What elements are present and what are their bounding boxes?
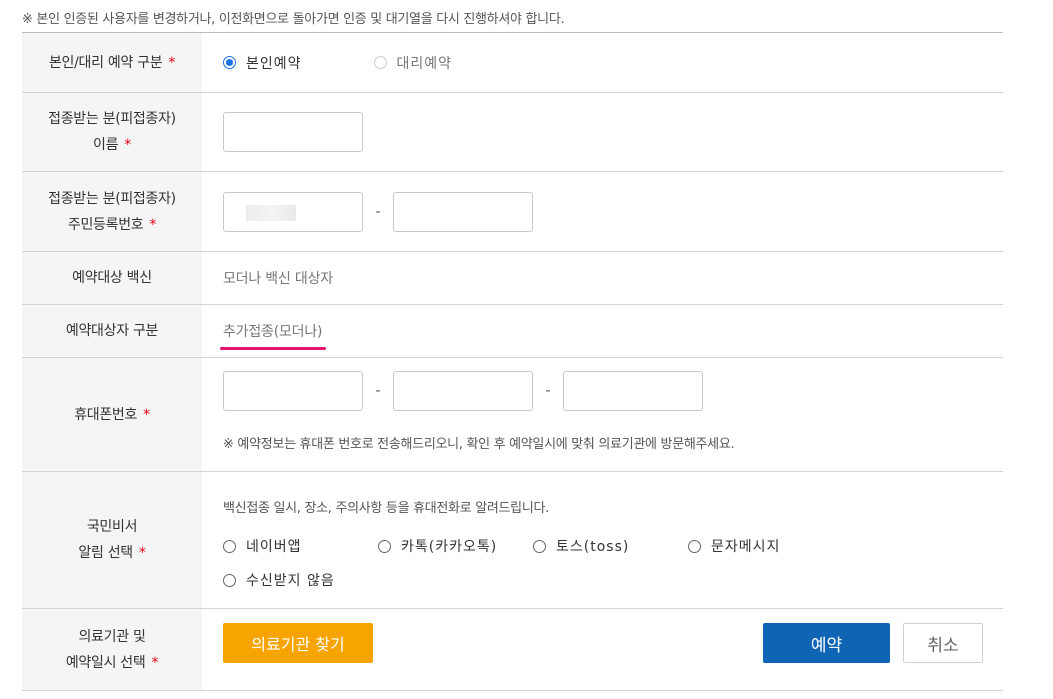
- radio-icon: [223, 573, 236, 587]
- radio-checked-icon: [223, 56, 236, 69]
- radio-icon: [688, 539, 701, 553]
- phone-note: ※ 예약정보는 휴대폰 번호로 전송해드리오니, 확인 후 예약일시에 맞춰 의…: [223, 437, 735, 452]
- reservation-form: 본인/대리 예약 구분 * 본인예약 대리예약 접종받는 분(피접종자) 이름 *: [22, 32, 1003, 691]
- required-mark: *: [149, 216, 157, 233]
- radio-no-notification[interactable]: 수신받지 않음: [223, 570, 335, 590]
- row-name: 접종받는 분(피접종자) 이름 *: [22, 93, 1003, 172]
- radio-icon: [378, 539, 391, 553]
- radio-disabled-icon: [373, 56, 387, 69]
- notification-description: 백신접종 일시, 장소, 주의사항 등을 휴대전화로 알려드립니다.: [223, 501, 549, 516]
- label-rrn: 접종받는 분(피접종자) 주민등록번호 *: [22, 172, 202, 251]
- label-notification: 국민비서 알림 선택 *: [22, 472, 202, 608]
- radio-icon: [223, 539, 236, 553]
- phone-separator: -: [375, 383, 381, 399]
- reserve-button[interactable]: 예약: [763, 623, 890, 663]
- row-target-type: 예약대상자 구분 추가접종(모더나): [22, 305, 1003, 358]
- row-phone: 휴대폰번호 * - - ※ 예약정보는 휴대폰 번호로 전송해드리오니, 확인 후…: [22, 358, 1003, 472]
- phone-part2-input[interactable]: [393, 371, 533, 411]
- find-facility-button[interactable]: 의료기관 찾기: [223, 623, 373, 663]
- required-mark: *: [168, 54, 176, 71]
- required-mark: *: [124, 137, 131, 153]
- target-type-highlight: 추가접종(모더나): [220, 321, 327, 350]
- label-target-type: 예약대상자 구분: [22, 305, 202, 357]
- label-reservation-type: 본인/대리 예약 구분 *: [22, 33, 202, 92]
- rrn-front-input[interactable]: [223, 191, 363, 232]
- rrn-back-input[interactable]: [393, 191, 533, 232]
- radio-icon: [533, 539, 546, 553]
- name-input[interactable]: [223, 112, 363, 152]
- row-notification: 국민비서 알림 선택 * 백신접종 일시, 장소, 주의사항 등을 휴대전화로 알…: [22, 472, 1003, 609]
- phone-part1-input[interactable]: [223, 371, 363, 411]
- masked-value: [246, 204, 296, 221]
- label-facility: 의료기관 및 예약일시 선택 *: [22, 609, 202, 690]
- vaccine-value: 모더나 백신 대상자: [223, 271, 333, 287]
- required-mark: *: [151, 654, 159, 671]
- radio-proxy-reservation[interactable]: 대리예약: [373, 53, 453, 73]
- row-reservation-type: 본인/대리 예약 구분 * 본인예약 대리예약: [22, 33, 1003, 93]
- reauth-notice: ※ 본인 인증된 사용자를 변경하거나, 이전화면으로 돌아가면 인증 및 대기…: [22, 12, 565, 27]
- row-vaccine: 예약대상 백신 모더나 백신 대상자: [22, 252, 1003, 305]
- label-vaccine: 예약대상 백신: [22, 252, 202, 304]
- row-rrn: 접종받는 분(피접종자) 주민등록번호 * -: [22, 172, 1003, 252]
- required-mark: *: [143, 406, 150, 423]
- cancel-button[interactable]: 취소: [903, 623, 983, 663]
- radio-toss[interactable]: 토스(toss): [533, 536, 688, 556]
- rrn-separator: -: [375, 203, 381, 220]
- radio-self-reservation[interactable]: 본인예약: [223, 53, 302, 73]
- highlight-underline: [220, 347, 327, 350]
- label-phone: 휴대폰번호 *: [22, 358, 202, 471]
- label-name: 접종받는 분(피접종자) 이름 *: [22, 93, 202, 171]
- radio-naver-app[interactable]: 네이버앱: [223, 536, 378, 556]
- phone-part3-input[interactable]: [563, 371, 703, 411]
- radio-sms[interactable]: 문자메시지: [688, 536, 780, 556]
- phone-separator: -: [545, 383, 551, 399]
- target-type-value: 추가접종(모더나): [223, 324, 323, 340]
- row-facility: 의료기관 및 예약일시 선택 * 의료기관 찾기 예약 취소: [22, 609, 1003, 691]
- required-mark: *: [138, 545, 146, 561]
- radio-kakaotalk[interactable]: 카톡(카카오톡): [378, 536, 533, 556]
